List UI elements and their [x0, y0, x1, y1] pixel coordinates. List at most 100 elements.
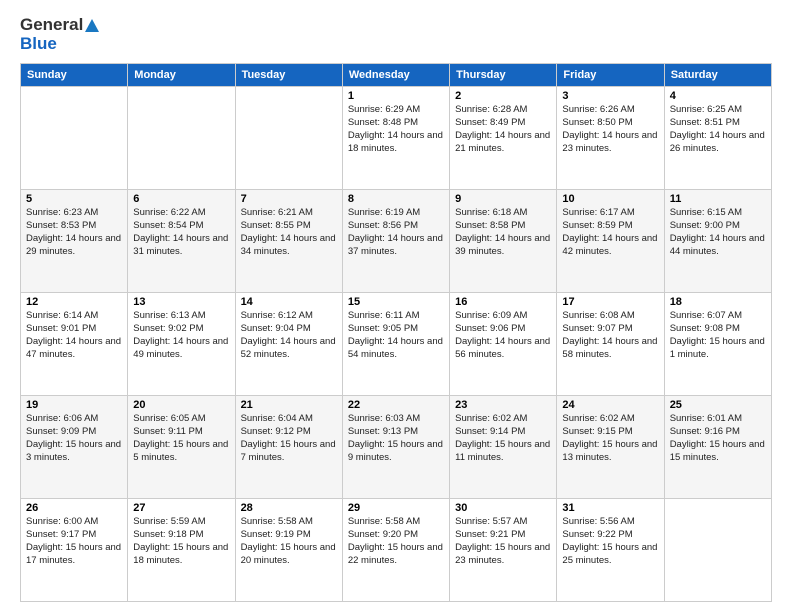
day-number-24: 24	[562, 399, 658, 411]
calendar-cell-14: 14Sunrise: 6:12 AM Sunset: 9:04 PM Dayli…	[235, 293, 342, 396]
day-number-17: 17	[562, 296, 658, 308]
calendar-cell-25: 25 Sunrise: 6:01 AM Sunset: 9:16 PM Dayli…	[664, 396, 771, 499]
day-number-25: 25	[670, 399, 766, 411]
calendar-week-5: 26 Sunrise: 6:00 AM Sunset: 9:17 PM Dayli…	[21, 499, 772, 602]
day-info-24: Sunrise: 6:02 AM Sunset: 9:15 PM Dayligh…	[562, 413, 658, 464]
logo-gen: General	[20, 15, 83, 34]
calendar-cell-18: 18 Sunrise: 6:07 AM Sunset: 9:08 PM Dayli…	[664, 293, 771, 396]
day-info-22: Sunrise: 6:03 AM Sunset: 9:13 PM Dayligh…	[348, 413, 444, 464]
day-info-5: Sunrise: 6:23 AM Sunset: 8:53 PM Dayligh…	[26, 207, 122, 258]
day-number-22: 22	[348, 399, 444, 411]
calendar-cell-23: 23Sunrise: 6:02 AM Sunset: 9:14 PM Dayli…	[450, 396, 557, 499]
day-number-15: 15	[348, 296, 444, 308]
day-number-12: 12	[26, 296, 122, 308]
calendar-cell-6: 6 Sunrise: 6:22 AM Sunset: 8:54 PM Daylig…	[128, 190, 235, 293]
day-number-8: 8	[348, 193, 444, 205]
day-number-19: 19	[26, 399, 122, 411]
calendar-cell-24: 24 Sunrise: 6:02 AM Sunset: 9:15 PM Dayli…	[557, 396, 664, 499]
logo-arrow-icon	[84, 18, 100, 34]
logo: General Blue	[20, 16, 100, 53]
day-info-8: Sunrise: 6:19 AM Sunset: 8:56 PM Dayligh…	[348, 207, 444, 258]
day-info-9: Sunrise: 6:18 AM Sunset: 8:58 PM Dayligh…	[455, 207, 551, 258]
day-number-23: 23	[455, 399, 551, 411]
calendar-week-2: 5 Sunrise: 6:23 AM Sunset: 8:53 PM Daylig…	[21, 190, 772, 293]
calendar-cell-16: 16 Sunrise: 6:09 AM Sunset: 9:06 PM Dayli…	[450, 293, 557, 396]
day-number-1: 1	[348, 90, 444, 102]
calendar-cell-26: 26 Sunrise: 6:00 AM Sunset: 9:17 PM Dayli…	[21, 499, 128, 602]
col-header-thursday: Thursday	[450, 64, 557, 87]
calendar-cell-22: 22 Sunrise: 6:03 AM Sunset: 9:13 PM Dayli…	[342, 396, 449, 499]
calendar-cell-19: 19 Sunrise: 6:06 AM Sunset: 9:09 PM Dayli…	[21, 396, 128, 499]
day-info-29: Sunrise: 5:58 AM Sunset: 9:20 PM Dayligh…	[348, 516, 444, 567]
calendar-cell-15: 15 Sunrise: 6:11 AM Sunset: 9:05 PM Dayli…	[342, 293, 449, 396]
calendar-cell-13: 13Sunrise: 6:13 AM Sunset: 9:02 PM Dayli…	[128, 293, 235, 396]
day-info-18: Sunrise: 6:07 AM Sunset: 9:08 PM Dayligh…	[670, 310, 766, 361]
day-info-12: Sunrise: 6:14 AM Sunset: 9:01 PM Dayligh…	[26, 310, 122, 361]
col-header-friday: Friday	[557, 64, 664, 87]
calendar-week-3: 12 Sunrise: 6:14 AM Sunset: 9:01 PM Dayli…	[21, 293, 772, 396]
calendar-cell-17: 17 Sunrise: 6:08 AM Sunset: 9:07 PM Dayli…	[557, 293, 664, 396]
day-info-30: Sunrise: 5:57 AM Sunset: 9:21 PM Dayligh…	[455, 516, 551, 567]
col-header-sunday: Sunday	[21, 64, 128, 87]
day-number-5: 5	[26, 193, 122, 205]
day-info-13: Sunrise: 6:13 AM Sunset: 9:02 PM Dayligh…	[133, 310, 229, 361]
day-info-31: Sunrise: 5:56 AM Sunset: 9:22 PM Dayligh…	[562, 516, 658, 567]
calendar-cell-empty	[235, 87, 342, 190]
day-number-4: 4	[670, 90, 766, 102]
calendar-cell-5: 5 Sunrise: 6:23 AM Sunset: 8:53 PM Daylig…	[21, 190, 128, 293]
day-info-1: Sunrise: 6:29 AM Sunset: 8:48 PM Dayligh…	[348, 104, 444, 155]
day-number-16: 16	[455, 296, 551, 308]
calendar-cell-empty	[128, 87, 235, 190]
calendar-cell-2: 2 Sunrise: 6:28 AM Sunset: 8:49 PM Daylig…	[450, 87, 557, 190]
day-info-16: Sunrise: 6:09 AM Sunset: 9:06 PM Dayligh…	[455, 310, 551, 361]
day-number-30: 30	[455, 502, 551, 514]
day-info-11: Sunrise: 6:15 AM Sunset: 9:00 PM Dayligh…	[670, 207, 766, 258]
day-info-2: Sunrise: 6:28 AM Sunset: 8:49 PM Dayligh…	[455, 104, 551, 155]
calendar-cell-28: 28Sunrise: 5:58 AM Sunset: 9:19 PM Dayli…	[235, 499, 342, 602]
calendar-header-row: SundayMondayTuesdayWednesdayThursdayFrid…	[21, 64, 772, 87]
day-info-15: Sunrise: 6:11 AM Sunset: 9:05 PM Dayligh…	[348, 310, 444, 361]
header: General Blue	[20, 16, 772, 53]
day-number-7: 7	[241, 193, 337, 205]
day-number-11: 11	[670, 193, 766, 205]
calendar-cell-31: 31 Sunrise: 5:56 AM Sunset: 9:22 PM Dayli…	[557, 499, 664, 602]
day-info-28: Sunrise: 5:58 AM Sunset: 9:19 PM Dayligh…	[241, 516, 337, 567]
page: General Blue SundayMondayTuesdayWednesda…	[0, 0, 792, 612]
col-header-monday: Monday	[128, 64, 235, 87]
calendar-cell-empty	[21, 87, 128, 190]
day-info-3: Sunrise: 6:26 AM Sunset: 8:50 PM Dayligh…	[562, 104, 658, 155]
day-number-9: 9	[455, 193, 551, 205]
day-info-6: Sunrise: 6:22 AM Sunset: 8:54 PM Dayligh…	[133, 207, 229, 258]
day-number-31: 31	[562, 502, 658, 514]
day-info-25: Sunrise: 6:01 AM Sunset: 9:16 PM Dayligh…	[670, 413, 766, 464]
day-number-27: 27	[133, 502, 229, 514]
day-info-26: Sunrise: 6:00 AM Sunset: 9:17 PM Dayligh…	[26, 516, 122, 567]
day-info-7: Sunrise: 6:21 AM Sunset: 8:55 PM Dayligh…	[241, 207, 337, 258]
calendar-cell-27: 27 Sunrise: 5:59 AM Sunset: 9:18 PM Dayli…	[128, 499, 235, 602]
logo-blue-label: Blue	[20, 34, 57, 53]
calendar-cell-10: 10Sunrise: 6:17 AM Sunset: 8:59 PM Dayli…	[557, 190, 664, 293]
day-info-27: Sunrise: 5:59 AM Sunset: 9:18 PM Dayligh…	[133, 516, 229, 567]
day-info-19: Sunrise: 6:06 AM Sunset: 9:09 PM Dayligh…	[26, 413, 122, 464]
day-info-17: Sunrise: 6:08 AM Sunset: 9:07 PM Dayligh…	[562, 310, 658, 361]
day-info-14: Sunrise: 6:12 AM Sunset: 9:04 PM Dayligh…	[241, 310, 337, 361]
day-number-20: 20	[133, 399, 229, 411]
day-number-29: 29	[348, 502, 444, 514]
day-number-6: 6	[133, 193, 229, 205]
calendar-cell-30: 30 Sunrise: 5:57 AM Sunset: 9:21 PM Dayli…	[450, 499, 557, 602]
day-number-18: 18	[670, 296, 766, 308]
calendar-cell-20: 20Sunrise: 6:05 AM Sunset: 9:11 PM Dayli…	[128, 396, 235, 499]
calendar-cell-12: 12 Sunrise: 6:14 AM Sunset: 9:01 PM Dayli…	[21, 293, 128, 396]
col-header-tuesday: Tuesday	[235, 64, 342, 87]
day-number-2: 2	[455, 90, 551, 102]
logo-combined: General Blue	[20, 16, 100, 53]
day-number-21: 21	[241, 399, 337, 411]
calendar-cell-11: 11 Sunrise: 6:15 AM Sunset: 9:00 PM Dayli…	[664, 190, 771, 293]
calendar-cell-4: 4Sunrise: 6:25 AM Sunset: 8:51 PM Daylig…	[664, 87, 771, 190]
day-number-26: 26	[26, 502, 122, 514]
logo-name: General Blue	[20, 16, 100, 53]
calendar-cell-empty	[664, 499, 771, 602]
day-number-3: 3	[562, 90, 658, 102]
day-info-21: Sunrise: 6:04 AM Sunset: 9:12 PM Dayligh…	[241, 413, 337, 464]
calendar-cell-9: 9 Sunrise: 6:18 AM Sunset: 8:58 PM Daylig…	[450, 190, 557, 293]
